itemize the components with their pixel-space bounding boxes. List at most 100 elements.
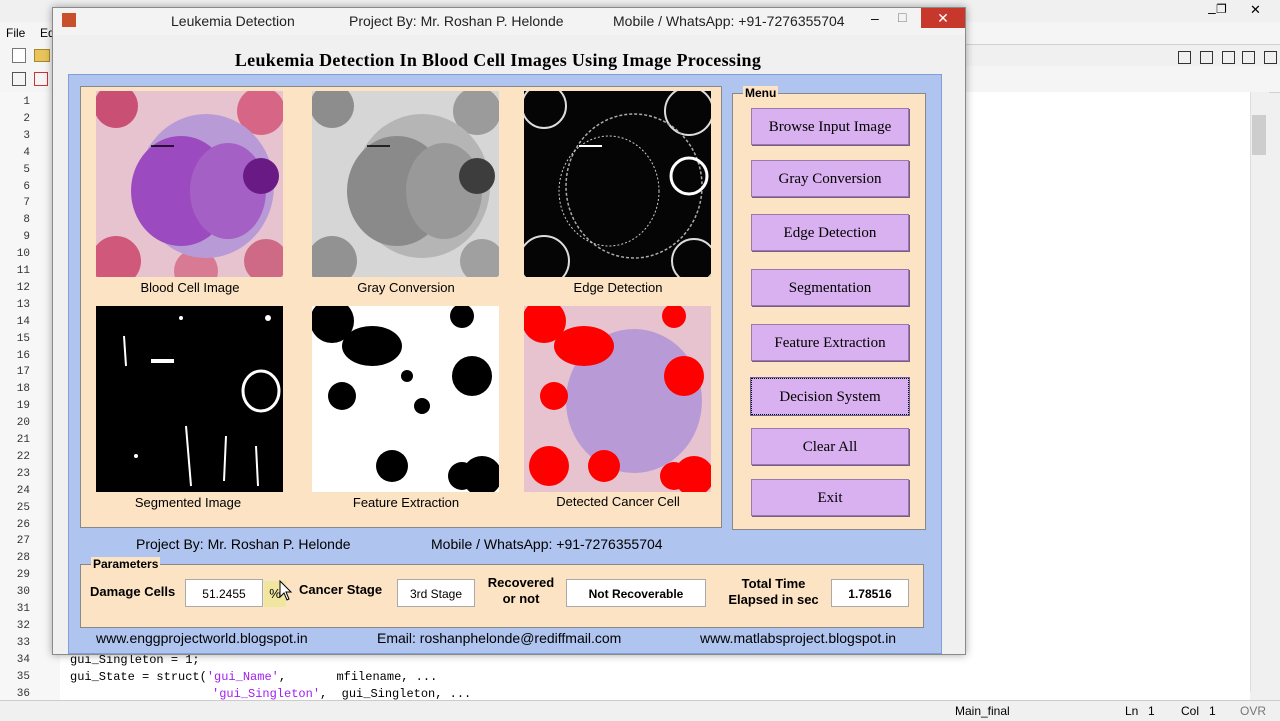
- gray-image: [312, 91, 499, 277]
- line-number: 28: [16, 552, 30, 565]
- line-number: 16: [16, 349, 30, 362]
- recovered-value[interactable]: Not Recoverable: [566, 579, 706, 607]
- image-panel: Blood Cell Image Gray Conversion Edge De…: [80, 86, 722, 528]
- mobile-text: Mobile / WhatsApp: +91-7276355704: [431, 536, 663, 552]
- line-number: 10: [16, 248, 30, 261]
- line-number: 34: [16, 653, 30, 666]
- status-filename: Main_final: [955, 704, 1010, 718]
- vertical-scrollbar[interactable]: [1250, 92, 1269, 692]
- split-vertical-icon[interactable]: [1200, 51, 1213, 64]
- segmentation-button[interactable]: Segmentation: [751, 269, 909, 306]
- code-line-35: gui_State = struct('gui_Name', mfilename…: [70, 670, 438, 684]
- layout-toolbar: [1170, 48, 1280, 68]
- line-number: 29: [16, 569, 30, 582]
- line-number: 8: [23, 214, 30, 227]
- window-project-by: Project By: Mr. Roshan P. Helonde: [349, 13, 564, 29]
- split-horizontal-icon[interactable]: [1222, 51, 1235, 64]
- caption-segmented: Segmented Image: [134, 495, 242, 510]
- new-file-icon[interactable]: [12, 48, 26, 63]
- line-number: 36: [16, 687, 30, 700]
- line-number: 7: [23, 197, 30, 210]
- segmented-image: [96, 306, 283, 492]
- leukemia-detection-window: Leukemia Detection Project By: Mr. Rosha…: [52, 7, 966, 655]
- exit-button[interactable]: Exit: [751, 479, 909, 516]
- line-number: 4: [23, 146, 30, 159]
- clear-all-button[interactable]: Clear All: [751, 428, 909, 465]
- editor-status-bar: Main_final Ln 1 Col 1 OVR: [0, 700, 1280, 721]
- parameters-label: Parameters: [91, 557, 161, 571]
- damage-cells-value[interactable]: 51.2455: [185, 579, 263, 607]
- main-panel: Blood Cell Image Gray Conversion Edge De…: [68, 74, 942, 654]
- damage-cells-label: Damage Cells: [90, 584, 176, 599]
- status-ovr: OVR: [1240, 704, 1267, 718]
- line-number: 21: [16, 434, 30, 446]
- footer-site1: www.enggprojectworld.blogspot.in: [96, 630, 308, 646]
- scrollbar-thumb[interactable]: [1252, 115, 1266, 155]
- code-line-34: gui_Singleton = 1;: [70, 653, 200, 667]
- line-number: 17: [16, 366, 30, 379]
- maximize-icon[interactable]: □: [898, 9, 906, 25]
- status-ln-label: Ln: [1125, 704, 1139, 718]
- menu-panel: Menu Browse Input Image Gray Conversion …: [732, 86, 926, 530]
- line-number: 30: [16, 586, 30, 599]
- feature-image: [312, 306, 499, 492]
- status-col-label: Col: [1181, 704, 1200, 718]
- edge-image: [524, 91, 711, 277]
- window-titlebar[interactable]: Leukemia Detection Project By: Mr. Rosha…: [53, 8, 965, 35]
- line-number: 26: [16, 518, 30, 531]
- parameters-panel: Parameters Damage Cells 51.2455 % Cancer…: [80, 557, 924, 628]
- code-line-36: 'gui_Singleton', gui_Singleton, ...: [212, 687, 472, 701]
- line-number: 19: [16, 400, 30, 413]
- gray-conversion-button[interactable]: Gray Conversion: [751, 160, 909, 197]
- caption-gray: Gray Conversion: [357, 280, 455, 295]
- close-icon[interactable]: ✕: [921, 8, 965, 28]
- decision-system-button[interactable]: Decision System: [750, 377, 910, 416]
- caption-edge: Edge Detection: [573, 280, 663, 295]
- line-number: 33: [16, 636, 30, 649]
- line-number: 13: [16, 298, 30, 311]
- toolbar-icon-a[interactable]: [12, 72, 26, 86]
- caption-blood-cell: Blood Cell Image: [140, 280, 240, 295]
- project-by-text: Project By: Mr. Roshan P. Helonde: [136, 536, 351, 552]
- status-ln: 1: [1148, 704, 1155, 718]
- cancer-stage-value[interactable]: 3rd Stage: [397, 579, 475, 607]
- line-number: 12: [16, 281, 30, 294]
- cancer-stage-label: Cancer Stage: [299, 582, 383, 597]
- float-icon[interactable]: [1242, 51, 1255, 64]
- editor-restore-icon[interactable]: ❐: [1216, 2, 1227, 16]
- editor-minimize-icon[interactable]: –: [1208, 4, 1216, 20]
- open-folder-icon[interactable]: [34, 49, 50, 62]
- blood-cell-image: [96, 91, 283, 277]
- line-number: 25: [16, 501, 30, 514]
- browse-input-image-button[interactable]: Browse Input Image: [751, 108, 909, 145]
- editor-close-icon[interactable]: ✕: [1250, 2, 1261, 18]
- line-number: 20: [16, 417, 30, 430]
- minimize-icon[interactable]: –: [871, 10, 879, 26]
- line-number: 3: [23, 129, 30, 142]
- tile-icon[interactable]: [1178, 51, 1191, 64]
- status-col: 1: [1209, 704, 1216, 718]
- recovered-label: Recovered or not: [487, 575, 555, 606]
- line-number: 27: [16, 535, 30, 548]
- toolbar-icon-b[interactable]: [34, 72, 48, 86]
- editor-toolbar-left: [0, 44, 60, 66]
- cancer-image: [524, 306, 711, 492]
- menu-file[interactable]: File: [6, 26, 25, 40]
- line-number: 22: [16, 450, 30, 463]
- window-title: Leukemia Detection: [171, 13, 295, 29]
- line-number: 1: [23, 96, 30, 108]
- line-number: 32: [16, 619, 30, 632]
- feature-extraction-button[interactable]: Feature Extraction: [751, 324, 909, 361]
- footer-email: Email: roshanphelonde@rediffmail.com: [377, 630, 622, 646]
- edge-detection-button[interactable]: Edge Detection: [751, 214, 909, 251]
- line-number: 2: [23, 112, 30, 125]
- line-number: 18: [16, 383, 30, 396]
- close-pane-icon[interactable]: [1264, 51, 1277, 64]
- caption-feature: Feature Extraction: [352, 495, 460, 510]
- line-number: 24: [16, 484, 30, 497]
- time-value[interactable]: 1.78516: [831, 579, 909, 607]
- mouse-cursor-icon: [279, 579, 293, 605]
- line-number: 15: [16, 332, 30, 345]
- menu-label: Menu: [743, 86, 779, 100]
- line-number: 5: [23, 163, 30, 176]
